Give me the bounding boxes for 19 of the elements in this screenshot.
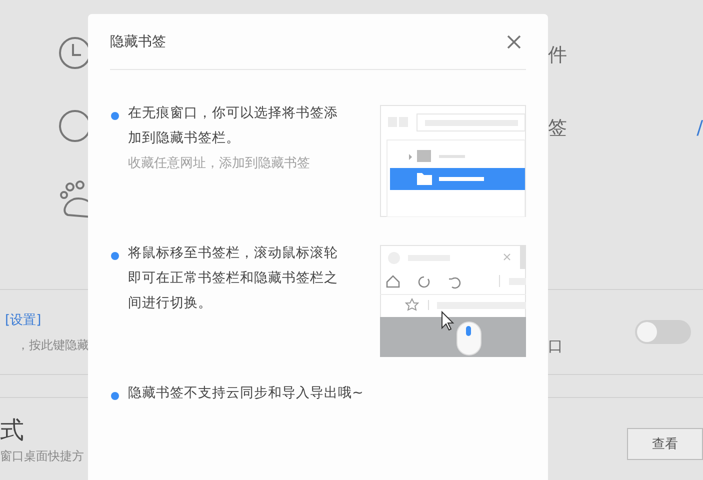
option-link[interactable]: /: [696, 116, 703, 138]
option-label: 签: [548, 116, 567, 140]
tip-note: 收藏任意网址，添加到隐藏书签: [128, 155, 311, 173]
tip-text: 在无痕窗口，你可以选择将书签添加到隐藏书签栏。: [128, 104, 339, 148]
section-description: 窗口桌面快捷方: [0, 448, 85, 465]
option-label: 件: [548, 42, 567, 68]
tip-text: 隐藏书签不支持云同步和导入导出哦~: [128, 384, 364, 403]
close-icon[interactable]: [506, 34, 522, 50]
dialog-title: 隐藏书签: [110, 32, 166, 50]
bullet-icon: [111, 112, 119, 120]
tip-text: 将鼠标移至书签栏，滚动鼠标滚轮即可在正常书签栏和隐藏书签栏之间进行切换。: [128, 244, 339, 313]
settings-link[interactable]: [设置]: [5, 310, 42, 328]
setting-description: ，按此键隐藏: [16, 336, 89, 354]
setting-label: 口: [548, 337, 563, 357]
bullet-icon: [111, 392, 119, 400]
view-button[interactable]: 查看: [627, 428, 703, 460]
bullet-icon: [111, 252, 119, 260]
toggle-switch[interactable]: [635, 320, 691, 344]
section-title: 式: [0, 416, 24, 444]
